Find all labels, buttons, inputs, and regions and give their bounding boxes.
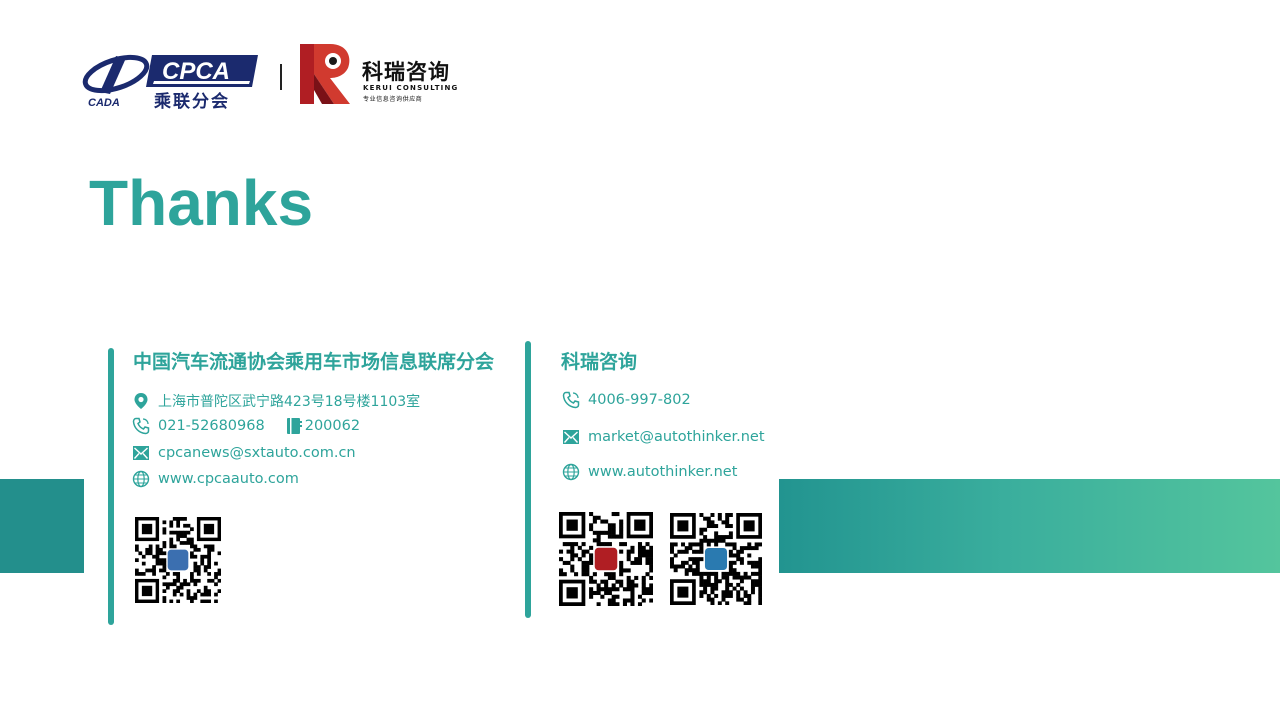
cpca-qr-code [135, 517, 221, 603]
kerui-logo-mark [300, 44, 354, 106]
cpca-address-row: 上海市普陀区武宁路423号18号楼1103室 [132, 391, 420, 411]
logo-divider [280, 64, 282, 90]
email-icon [132, 444, 150, 462]
kerui-email-row: market@autothinker.net [562, 428, 765, 446]
cpca-website[interactable]: www.cpcaauto.com [158, 471, 299, 487]
cada-logo-text: CADA [88, 97, 120, 108]
phone-icon [562, 391, 580, 409]
location-icon [132, 392, 150, 410]
email-icon [562, 428, 580, 446]
cpca-postcode: 200062 [304, 418, 361, 434]
left-teal-band [0, 479, 84, 573]
kerui-qr-code [559, 512, 653, 606]
right-gradient-band [779, 479, 1280, 573]
cpca-phone[interactable]: 021-52680968 [158, 418, 265, 434]
cpca-email[interactable]: cpcanews@sxtauto.com.cn [158, 445, 356, 461]
kerui-logo-en: KERUI CONSULTING [363, 84, 459, 92]
kerui-logo-cn: 科瑞咨询 [362, 60, 450, 84]
kerui-phone[interactable]: 4006-997-802 [588, 392, 691, 408]
kerui-email[interactable]: market@autothinker.net [588, 429, 765, 445]
accent-bar-right [525, 341, 531, 618]
page-title: Thanks [89, 167, 314, 239]
kerui-org-name: 科瑞咨询 [561, 351, 638, 373]
kerui-phone-row: 4006-997-802 [562, 391, 691, 409]
kerui-logo-slogan: 专业信息咨询供应商 [363, 96, 423, 103]
accent-bar-left [108, 348, 114, 625]
cpca-org-name: 中国汽车流通协会乘用车市场信息联席分会 [133, 351, 495, 373]
cpca-website-row: www.cpcaauto.com [132, 470, 299, 488]
kerui-website-row: www.autothinker.net [562, 463, 737, 481]
header-logos: CPCA CADA 乘联分会 科瑞咨询 KERUI CONSULTING 专业信… [82, 44, 462, 112]
cpca-address: 上海市普陀区武宁路423号18号楼1103室 [158, 394, 421, 410]
phone-icon [132, 417, 150, 435]
cpca-logo-text: CPCA [162, 58, 230, 85]
globe-icon [132, 470, 150, 488]
cpca-phone-row: 021-52680968 200062 [132, 417, 360, 435]
cpca-email-row: cpcanews@sxtauto.com.cn [132, 444, 356, 462]
globe-icon [562, 463, 580, 481]
kerui-website[interactable]: www.autothinker.net [588, 464, 737, 480]
autothinker-qr-code [670, 513, 762, 605]
postcode-icon [285, 417, 303, 435]
cpca-logo-cn: 乘联分会 [154, 92, 230, 112]
